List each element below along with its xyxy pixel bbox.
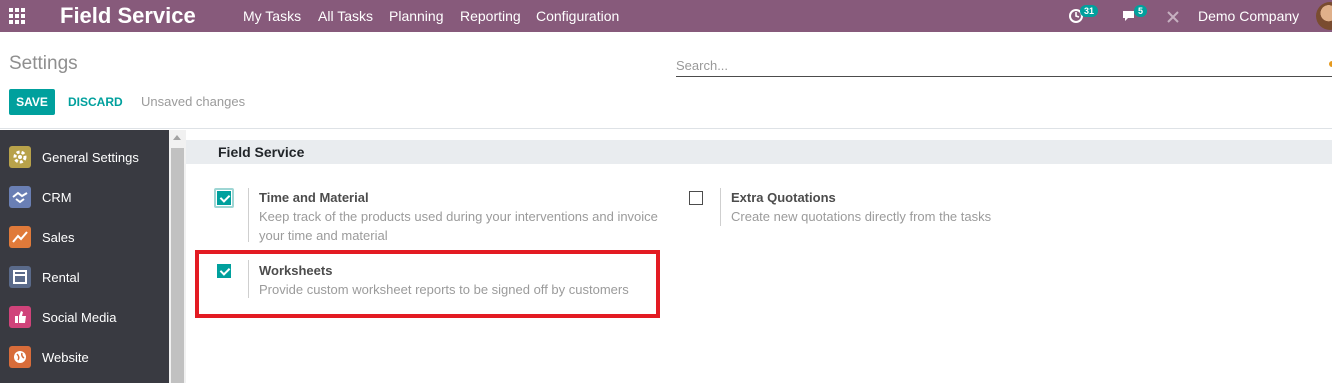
scroll-thumb[interactable] [171, 148, 184, 383]
sidebar-item-sales[interactable]: Sales [0, 218, 169, 258]
time-and-material-checkbox[interactable] [217, 191, 231, 205]
option-divider [248, 188, 249, 242]
globe-icon [9, 346, 31, 368]
menu-reporting[interactable]: Reporting [460, 8, 521, 24]
sidebar-scrollbar[interactable] [169, 130, 186, 383]
menu-all-tasks[interactable]: All Tasks [318, 8, 373, 24]
chart-icon [9, 226, 31, 248]
save-button[interactable]: SAVE [9, 89, 55, 115]
sidebar-item-label: Website [42, 350, 89, 365]
section-title: Field Service [218, 144, 305, 160]
activity-count-badge: 31 [1080, 5, 1099, 17]
sidebar-item-crm[interactable]: CRM [0, 178, 169, 218]
close-icon [1167, 11, 1179, 23]
debug-button[interactable] [1166, 6, 1180, 26]
sidebar-item-social-media[interactable]: Social Media [0, 298, 169, 338]
sidebar-item-label: Rental [42, 270, 80, 285]
thumbs-up-icon [9, 306, 31, 328]
apps-menu-icon[interactable] [9, 8, 27, 24]
sidebar-item-general-settings[interactable]: General Settings [0, 138, 169, 178]
worksheets-highlight-box [195, 250, 660, 318]
sidebar-item-label: CRM [42, 190, 72, 205]
time-and-material-description-cont: your time and material [259, 228, 388, 243]
section-header: Field Service [186, 140, 1332, 164]
settings-sidebar: General Settings CRM Sales Rental Social… [0, 130, 169, 383]
option-divider [720, 188, 721, 226]
sidebar-item-rental[interactable]: Rental [0, 258, 169, 298]
time-and-material-description: Keep track of the products used during y… [259, 209, 658, 224]
extra-quotations-title: Extra Quotations [731, 190, 836, 205]
sidebar-item-label: Social Media [42, 310, 117, 325]
app-brand[interactable]: Field Service [60, 2, 196, 30]
page-title: Settings [9, 53, 78, 74]
menu-configuration[interactable]: Configuration [536, 8, 619, 24]
messages-button[interactable]: 5 [1121, 5, 1151, 26]
gear-icon [9, 146, 31, 168]
unsaved-status: Unsaved changes [141, 94, 246, 109]
control-panel: Settings SAVE DISCARD Unsaved changes [0, 39, 1332, 129]
search-input[interactable] [676, 55, 1332, 77]
messages-count-badge: 5 [1134, 5, 1148, 17]
time-and-material-title: Time and Material [259, 190, 369, 205]
menu-planning[interactable]: Planning [389, 8, 444, 24]
user-avatar[interactable] [1316, 2, 1332, 30]
discard-button[interactable]: DISCARD [68, 89, 123, 115]
rental-icon [9, 266, 31, 288]
extra-quotations-checkbox[interactable] [689, 191, 703, 205]
activity-button[interactable]: 31 [1068, 5, 1099, 26]
sidebar-item-label: Sales [42, 230, 75, 245]
menu-my-tasks[interactable]: My Tasks [243, 8, 301, 24]
top-navbar: Field Service My Tasks All Tasks Plannin… [0, 0, 1332, 32]
handshake-icon [9, 186, 31, 208]
scroll-up-icon[interactable] [173, 135, 181, 140]
extra-quotations-description: Create new quotations directly from the … [731, 209, 992, 224]
sidebar-item-label: General Settings [42, 150, 139, 165]
sidebar-item-website[interactable]: Website [0, 338, 169, 378]
company-switcher[interactable]: Demo Company [1198, 8, 1299, 24]
